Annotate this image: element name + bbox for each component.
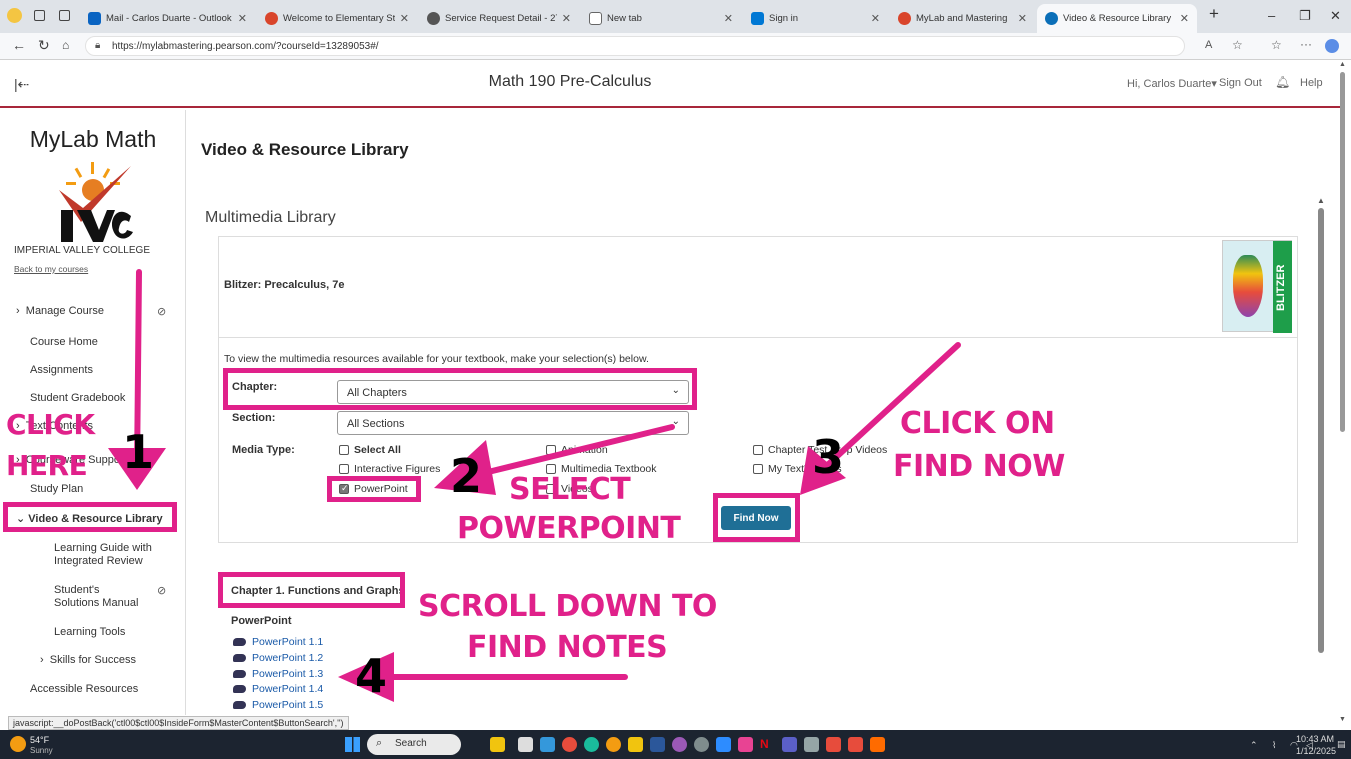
annotation-step-4: 4	[355, 649, 388, 703]
annotation-scroll-line2: FIND NOTES	[467, 630, 668, 665]
zoom-icon[interactable]	[716, 737, 731, 752]
annotation-select-line1: SELECT	[509, 472, 631, 507]
annotation-find-now-line1: CLICK ON	[900, 406, 1055, 441]
file-explorer-icon[interactable]	[628, 737, 643, 752]
app-icon-red-2[interactable]	[848, 737, 863, 752]
network-icon[interactable]: ⌇	[1272, 740, 1276, 751]
settings-icon[interactable]	[694, 737, 709, 752]
task-view-icon[interactable]	[518, 737, 533, 752]
highlight-chapter-select	[223, 368, 697, 410]
snipping-tool-icon[interactable]	[738, 737, 753, 752]
illustrator-icon[interactable]	[870, 737, 885, 752]
chrome-profile-icon[interactable]	[606, 737, 621, 752]
chrome-icon[interactable]	[562, 737, 577, 752]
annotation-step-1: 1	[122, 425, 155, 479]
netflix-icon[interactable]: N	[760, 737, 775, 752]
annotation-click-here-line2: HERE	[6, 449, 88, 482]
annotation-click-here-line1: CLICK	[6, 408, 95, 441]
word-icon[interactable]	[650, 737, 665, 752]
arrow-2-line	[477, 424, 675, 477]
weather-icon[interactable]	[10, 736, 26, 752]
teams-icon[interactable]	[782, 737, 797, 752]
highlight-video-library	[3, 502, 177, 532]
annotation-select-line2: POWERPOINT	[457, 511, 681, 546]
photos-icon[interactable]	[540, 737, 555, 752]
annotation-find-now-line2: FIND NOW	[893, 449, 1065, 484]
weather-temp: 54°F	[30, 735, 50, 745]
weather-desc: Sunny	[30, 746, 53, 755]
clock-date[interactable]: 1/12/2025	[1296, 746, 1336, 756]
edge-icon[interactable]	[584, 737, 599, 752]
annotation-step-3: 3	[812, 430, 845, 484]
highlight-find-now	[713, 493, 800, 542]
windows-start-icon[interactable]	[345, 737, 360, 752]
notifications-icon[interactable]: ▤	[1337, 739, 1346, 750]
highlight-powerpoint-checkbox	[327, 476, 421, 502]
widgets-icon[interactable]	[490, 737, 505, 752]
tray-chevron-icon[interactable]: ⌃	[1250, 740, 1258, 751]
media-player-icon[interactable]	[672, 737, 687, 752]
app-icon-red[interactable]	[826, 737, 841, 752]
clock-time[interactable]: 10:43 AM	[1296, 734, 1334, 744]
highlight-result-chapter	[218, 572, 405, 608]
annotation-step-2: 2	[450, 449, 483, 503]
notepad-icon[interactable]	[804, 737, 819, 752]
status-bar: javascript:__doPostBack('ctl00$ctl00$Ins…	[8, 716, 349, 730]
annotation-scroll-line1: SCROLL DOWN TO	[418, 589, 717, 624]
search-icon: ⌕	[376, 737, 383, 749]
taskbar-search[interactable]: ⌕ Search	[367, 734, 461, 755]
